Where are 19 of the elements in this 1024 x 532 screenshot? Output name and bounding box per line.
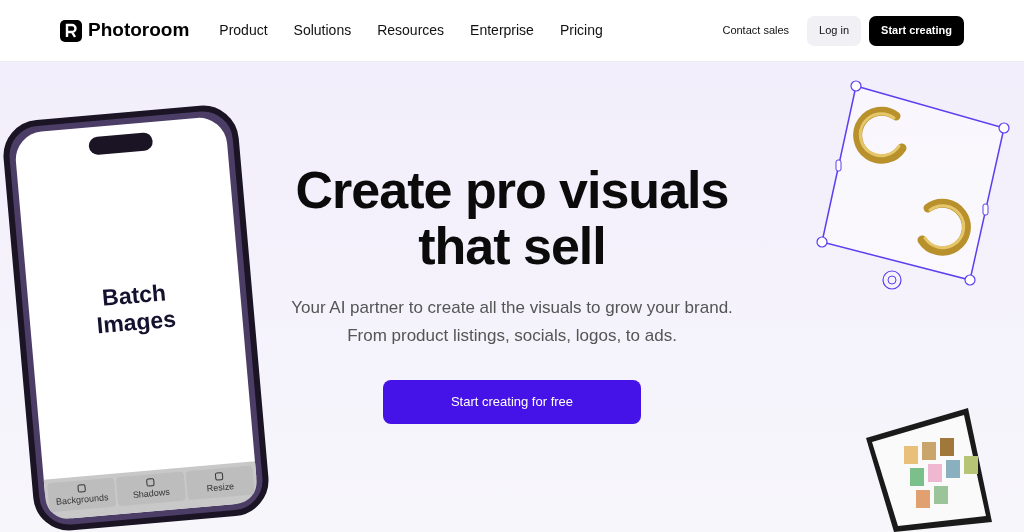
contact-sales-link[interactable]: Contact sales — [722, 22, 790, 39]
login-button[interactable]: Log in — [807, 15, 862, 46]
brand-logo[interactable]: Photoroom — [60, 16, 190, 45]
phone-tab[interactable]: Shadows — [116, 471, 186, 507]
start-creating-button[interactable]: Start creating — [869, 15, 964, 46]
nav-link[interactable]: Enterprise — [470, 20, 534, 41]
phone-tab[interactable]: Backgrounds — [47, 477, 117, 513]
dynamic-island — [88, 131, 154, 156]
hero-heading: Create pro visuals that sell — [295, 162, 729, 274]
nav-link[interactable]: Resources — [377, 20, 445, 41]
nav-link[interactable]: Product — [219, 20, 268, 41]
phone-screen-heading: Batch Images — [94, 278, 178, 340]
phone-tab[interactable]: Resize — [185, 465, 255, 501]
start-creating-free-button[interactable]: Start creating for free — [383, 380, 641, 424]
brand-name: Photoroom — [88, 18, 190, 43]
logo-icon — [60, 19, 82, 42]
nav-link[interactable]: Solutions — [293, 20, 352, 41]
nav-link[interactable]: Pricing — [559, 20, 603, 41]
hero-subtitle: Your AI partner to create all the visuals to grow your brand. From product listings, socials, logos, to ads. — [291, 297, 733, 347]
